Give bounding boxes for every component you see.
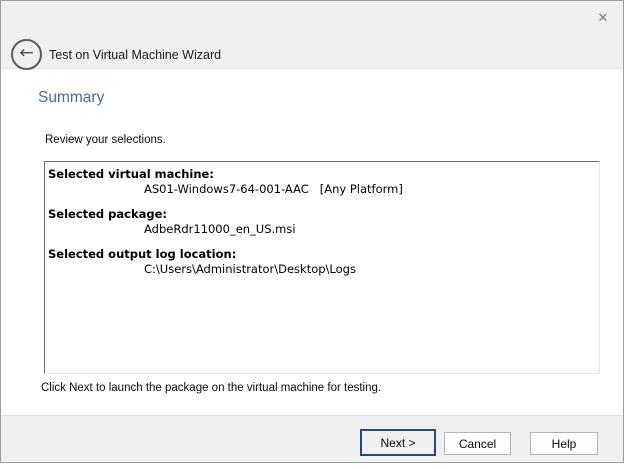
- back-button[interactable]: ←: [11, 39, 42, 70]
- summary-item: Selected virtual machine: AS01-Windows7-…: [47, 167, 597, 197]
- summary-item-value: AS01-Windows7-64-001-AAC [Any Platform]: [47, 182, 597, 197]
- close-icon: ✕: [598, 12, 609, 25]
- summary-item-label: Selected output log location:: [47, 247, 597, 262]
- window-title: Test on Virtual Machine Wizard: [49, 48, 221, 62]
- summary-item: Selected output log location: C:\Users\A…: [47, 247, 597, 277]
- summary-item-label: Selected virtual machine:: [47, 167, 597, 182]
- page-title: Summary: [38, 89, 104, 107]
- instruction-text: Review your selections.: [45, 134, 166, 146]
- summary-item: Selected package: AdbeRdr11000_en_US.msi: [47, 207, 597, 237]
- summary-box: Selected virtual machine: AS01-Windows7-…: [44, 161, 600, 374]
- cancel-button[interactable]: Cancel: [444, 432, 511, 455]
- back-arrow-icon: ←: [19, 45, 33, 62]
- next-button[interactable]: Next >: [360, 429, 436, 456]
- wizard-header: ← Test on Virtual Machine Wizard ✕: [1, 1, 623, 69]
- summary-item-label: Selected package:: [47, 207, 597, 222]
- help-button[interactable]: Help: [530, 432, 598, 455]
- button-bar: Next > Cancel Help: [1, 415, 623, 462]
- footnote-text: Click Next to launch the package on the …: [41, 382, 381, 394]
- wizard-window: ← Test on Virtual Machine Wizard ✕ Summa…: [0, 0, 624, 463]
- close-button[interactable]: ✕: [594, 9, 612, 27]
- summary-item-value: C:\Users\Administrator\Desktop\Logs: [47, 262, 597, 277]
- summary-item-value: AdbeRdr11000_en_US.msi: [47, 222, 597, 237]
